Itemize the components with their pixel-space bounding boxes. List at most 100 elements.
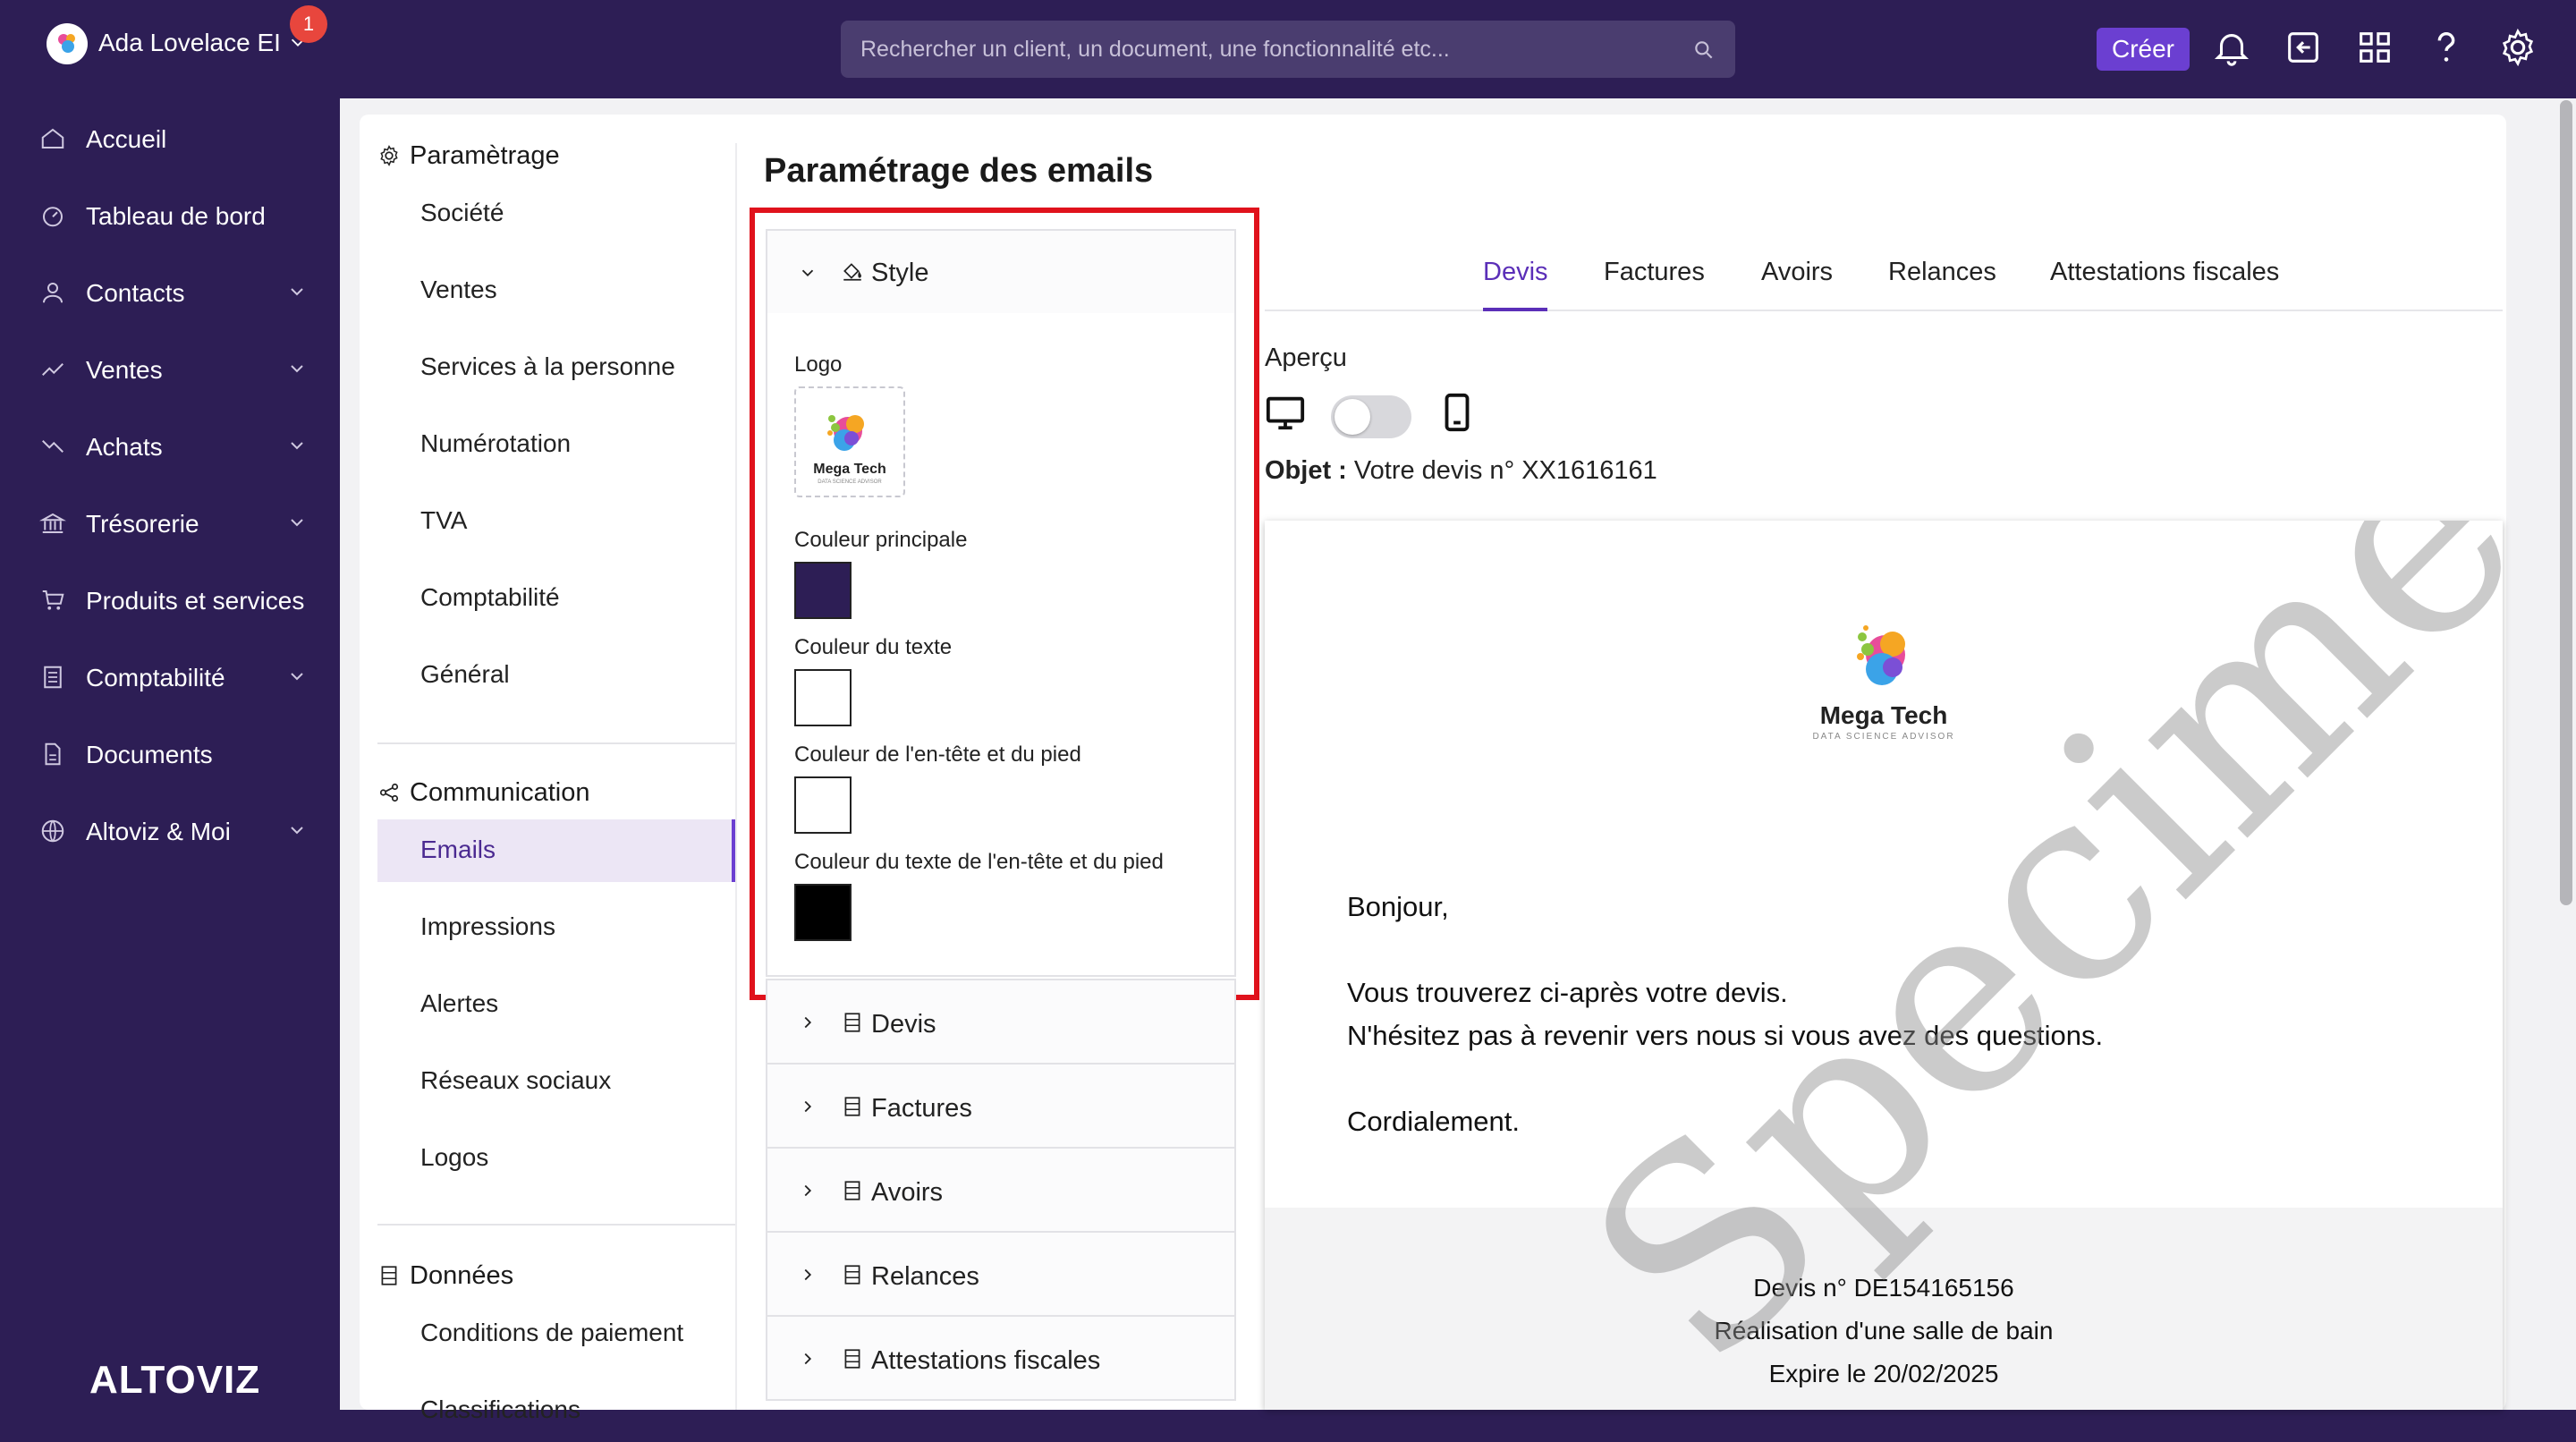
- chevron-right-icon: [804, 1100, 812, 1113]
- database-icon: [381, 1266, 397, 1285]
- gear-icon[interactable]: [2497, 27, 2538, 68]
- user-avatar[interactable]: [47, 23, 88, 64]
- settings-item-label: Classifications: [420, 1395, 580, 1423]
- settings-item-label: Services à la personne: [420, 352, 675, 380]
- settings-item-classifications[interactable]: Classifications: [377, 1379, 735, 1442]
- trend-down-icon: [42, 440, 64, 453]
- accordion-avoirs[interactable]: Avoirs: [766, 1147, 1236, 1233]
- tabs-bar: Devis Factures Avoirs Relances Attestati…: [1265, 245, 2503, 311]
- desktop-icon[interactable]: [1265, 392, 1306, 433]
- settings-item-label: Emails: [420, 836, 496, 863]
- accordion-devis[interactable]: Devis: [766, 979, 1236, 1065]
- sidebar-item-comptabilite[interactable]: Comptabilité: [0, 646, 340, 705]
- settings-item-numerotation[interactable]: Numérotation: [377, 413, 735, 476]
- settings-item-logos[interactable]: Logos: [377, 1127, 735, 1190]
- sidebar-item-label: Ventes: [86, 356, 163, 384]
- settings-item-label: Conditions de paiement: [420, 1319, 684, 1346]
- user-name[interactable]: Ada Lovelace EI: [98, 29, 281, 57]
- search-icon[interactable]: [1692, 38, 1716, 62]
- help-icon[interactable]: [2426, 27, 2467, 68]
- settings-item-services[interactable]: Services à la personne: [377, 336, 735, 399]
- chevron-right-icon: [804, 1353, 812, 1365]
- top-bar: Ada Lovelace EI 1 Rechercher un client, …: [0, 0, 2576, 98]
- sidebar-item-produits[interactable]: Produits et services: [0, 569, 340, 628]
- settings-item-general[interactable]: Général: [377, 644, 735, 707]
- mobile-icon[interactable]: [1436, 392, 1478, 433]
- chevron-down-icon[interactable]: [286, 281, 308, 302]
- tab-attestations[interactable]: Attestations fiscales: [2050, 258, 2279, 287]
- chevron-down-icon[interactable]: [286, 358, 308, 379]
- sidebar-item-label: Altoviz & Moi: [86, 818, 231, 845]
- cart-icon: [42, 590, 64, 610]
- accordion-label: Relances: [871, 1262, 979, 1291]
- tab-devis[interactable]: Devis: [1483, 258, 1548, 287]
- section-title: Communication: [410, 778, 590, 807]
- settings-item-societe[interactable]: Société: [377, 182, 735, 245]
- settings-item-comptabilite[interactable]: Comptabilité: [377, 567, 735, 630]
- chevron-right-icon: [804, 1268, 812, 1281]
- footer-line: Expire le 20/02/2025: [1768, 1360, 1999, 1387]
- settings-item-conditions-paiement[interactable]: Conditions de paiement: [377, 1302, 735, 1365]
- search-bar[interactable]: Rechercher un client, un document, une f…: [841, 21, 1735, 78]
- sidebar-item-altoviz-moi[interactable]: Altoviz & Moi: [0, 800, 340, 859]
- sidebar-item-tresorerie[interactable]: Trésorerie: [0, 492, 340, 551]
- bell-icon[interactable]: [2211, 27, 2252, 68]
- settings-item-alertes[interactable]: Alertes: [377, 973, 735, 1036]
- sidebar-item-label: Accueil: [86, 125, 167, 153]
- sidebar-item-contacts[interactable]: Contacts: [0, 261, 340, 320]
- accordion-relances[interactable]: Relances: [766, 1231, 1236, 1317]
- search-input[interactable]: Rechercher un client, un document, une f…: [860, 37, 1450, 63]
- trend-up-icon: [42, 363, 64, 376]
- chevron-down-icon[interactable]: [286, 512, 308, 533]
- mega-tech-logo-image: [1857, 625, 1905, 685]
- settings-item-label: Impressions: [420, 912, 555, 940]
- footer-line: Réalisation d'une salle de bain: [1714, 1317, 2054, 1344]
- tab-relances[interactable]: Relances: [1888, 258, 1996, 287]
- accordion-label: Attestations fiscales: [871, 1346, 1101, 1375]
- settings-item-reseaux-sociaux[interactable]: Réseaux sociaux: [377, 1050, 735, 1113]
- document-icon: [45, 742, 61, 766]
- preview-label: Aperçu: [1265, 344, 1347, 372]
- settings-item-label: Logos: [420, 1143, 489, 1171]
- ledger-icon: [44, 666, 62, 689]
- sidebar-item-ventes[interactable]: Ventes: [0, 338, 340, 397]
- tab-avoirs[interactable]: Avoirs: [1761, 258, 1833, 287]
- sidebar-item-label: Contacts: [86, 279, 185, 307]
- logout-icon[interactable]: [2283, 27, 2324, 68]
- divider: [377, 742, 735, 744]
- sidebar-item-accueil[interactable]: Accueil: [0, 107, 340, 166]
- settings-item-ventes[interactable]: Ventes: [377, 259, 735, 322]
- settings-item-impressions[interactable]: Impressions: [377, 896, 735, 959]
- chevron-down-icon[interactable]: [286, 819, 308, 841]
- sidebar-item-label: Produits et services: [86, 587, 305, 615]
- settings-item-label: Alertes: [420, 989, 499, 1017]
- sidebar-item-label: Documents: [86, 741, 213, 768]
- device-toggle[interactable]: [1331, 395, 1411, 438]
- subject-label: Objet :: [1265, 456, 1347, 485]
- chevron-down-icon[interactable]: [286, 435, 308, 456]
- highlight-box: [750, 208, 1259, 1000]
- tab-factures[interactable]: Factures: [1604, 258, 1705, 287]
- accordion-factures[interactable]: Factures: [766, 1063, 1236, 1149]
- chevron-down-icon[interactable]: [286, 666, 308, 687]
- email-subject: Objet : Votre devis n° XX1616161: [1265, 456, 1657, 486]
- email-preview: Mega Tech DATA SCIENCE ADVISOR Bonjour, …: [1265, 521, 2503, 1410]
- settings-item-label: Ventes: [420, 276, 497, 303]
- apps-grid-icon[interactable]: [2354, 27, 2395, 68]
- scrollbar[interactable]: [2560, 100, 2572, 905]
- sidebar-item-documents[interactable]: Documents: [0, 723, 340, 782]
- document-list-icon: [844, 1349, 860, 1369]
- settings-item-tva[interactable]: TVA: [377, 490, 735, 553]
- accordion-attestations[interactable]: Attestations fiscales: [766, 1315, 1236, 1401]
- accordion-label: Devis: [871, 1010, 936, 1039]
- email-greeting: Bonjour,: [1347, 891, 1449, 922]
- settings-item-emails[interactable]: Emails: [377, 819, 737, 882]
- email-closing: Cordialement.: [1347, 1106, 1520, 1137]
- sidebar-item-label: Tableau de bord: [86, 202, 266, 230]
- create-button[interactable]: Créer: [2097, 28, 2190, 71]
- toggle-knob: [1335, 399, 1370, 435]
- sidebar-item-tableau-de-bord[interactable]: Tableau de bord: [0, 184, 340, 243]
- section-title: Données: [410, 1261, 514, 1290]
- sidebar-item-achats[interactable]: Achats: [0, 415, 340, 474]
- settings-item-label: TVA: [420, 506, 468, 534]
